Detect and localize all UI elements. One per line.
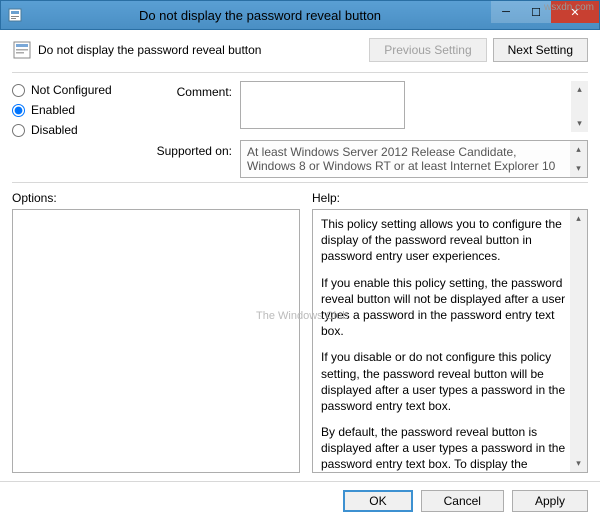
help-paragraph: This policy setting allows you to config…: [321, 216, 567, 265]
help-label: Help:: [312, 191, 588, 205]
comment-input[interactable]: [240, 81, 405, 129]
scroll-up-icon[interactable]: ▴: [570, 210, 587, 227]
divider: [12, 72, 588, 73]
ok-button[interactable]: OK: [343, 490, 412, 512]
radio-disabled[interactable]: Disabled: [12, 123, 142, 137]
policy-title: Do not display the password reveal butto…: [38, 43, 363, 57]
radio-disabled-input[interactable]: [12, 124, 25, 137]
config-row: Not Configured Enabled Disabled Comment:…: [12, 81, 588, 178]
radio-enabled[interactable]: Enabled: [12, 103, 142, 117]
supported-label: Supported on:: [154, 140, 232, 158]
options-label: Options:: [12, 191, 300, 205]
comment-label: Comment:: [154, 81, 232, 99]
previous-setting-button[interactable]: Previous Setting: [369, 38, 486, 62]
dialog-footer: OK Cancel Apply: [0, 481, 600, 520]
supported-row: Supported on: At least Windows Server 20…: [154, 140, 588, 178]
fields-col: Comment: ▴ ▾ Supported on: At least Wind…: [154, 81, 588, 178]
supported-scrollbar[interactable]: ▴ ▾: [570, 141, 587, 177]
window-title: Do not display the password reveal butto…: [29, 8, 491, 23]
state-radios: Not Configured Enabled Disabled: [12, 81, 142, 178]
apply-button[interactable]: Apply: [512, 490, 588, 512]
source-watermark: wsxdn.com: [544, 2, 594, 13]
panels-row: Options: Help: This policy setting allow…: [12, 191, 588, 473]
supported-on-text: At least Windows Server 2012 Release Can…: [247, 145, 555, 173]
supported-on-box: At least Windows Server 2012 Release Can…: [240, 140, 588, 178]
help-paragraph: If you disable or do not configure this …: [321, 349, 567, 414]
comment-row: Comment: ▴ ▾: [154, 81, 588, 132]
scroll-down-icon[interactable]: ▾: [571, 115, 588, 132]
radio-enabled-input[interactable]: [12, 104, 25, 117]
scroll-down-icon[interactable]: ▾: [570, 455, 587, 472]
help-scrollbar[interactable]: ▴ ▾: [570, 210, 587, 472]
scroll-up-icon[interactable]: ▴: [571, 81, 588, 98]
titlebar: Do not display the password reveal butto…: [0, 0, 600, 30]
help-panel-col: Help: This policy setting allows you to …: [312, 191, 588, 473]
help-paragraph: By default, the password reveal button i…: [321, 424, 567, 473]
policy-header-row: Do not display the password reveal butto…: [12, 38, 588, 62]
options-box: [12, 209, 300, 473]
scroll-up-icon[interactable]: ▴: [570, 141, 587, 158]
radio-label: Enabled: [31, 103, 75, 117]
options-panel-col: Options:: [12, 191, 300, 473]
content-area: Do not display the password reveal butto…: [0, 30, 600, 481]
cancel-button[interactable]: Cancel: [421, 490, 504, 512]
scroll-down-icon[interactable]: ▾: [570, 160, 587, 177]
radio-label: Not Configured: [31, 83, 112, 97]
radio-label: Disabled: [31, 123, 78, 137]
app-icon: [7, 7, 23, 23]
help-paragraph: If you enable this policy setting, the p…: [321, 275, 567, 340]
minimize-button[interactable]: ─: [491, 1, 521, 23]
radio-not-configured-input[interactable]: [12, 84, 25, 97]
policy-icon: [12, 40, 32, 60]
comment-scrollbar[interactable]: ▴ ▾: [571, 81, 588, 132]
radio-not-configured[interactable]: Not Configured: [12, 83, 142, 97]
divider: [12, 182, 588, 183]
help-box: This policy setting allows you to config…: [312, 209, 588, 473]
next-setting-button[interactable]: Next Setting: [493, 38, 588, 62]
